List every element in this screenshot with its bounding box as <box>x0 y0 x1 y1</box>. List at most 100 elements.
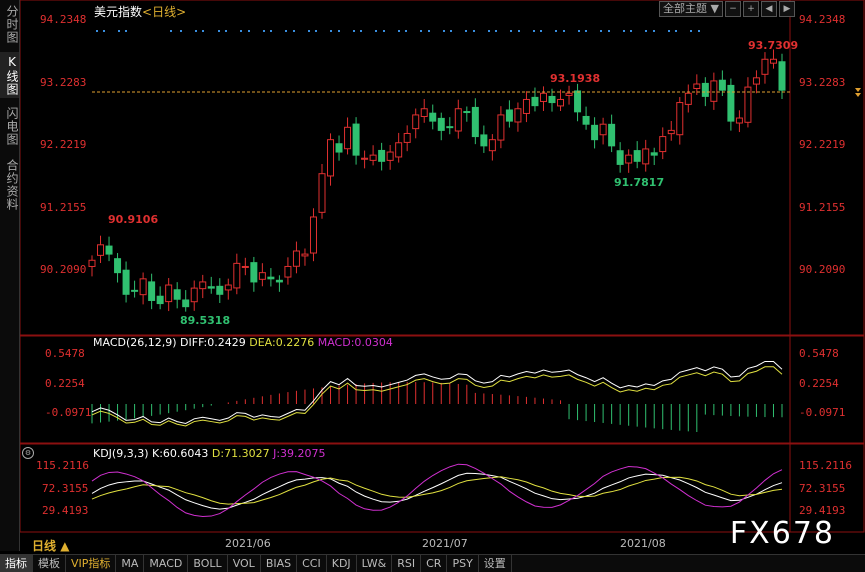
kdj-axis-left: 115.2116 <box>36 459 89 472</box>
event-dot <box>218 30 220 32</box>
high-annotation: 93.7309 <box>748 39 799 52</box>
candle-body <box>548 95 556 104</box>
tab-psy[interactable]: PSY <box>447 555 479 572</box>
candle-body <box>522 98 530 114</box>
candle-body <box>233 262 241 289</box>
candle-body <box>514 108 522 123</box>
candle-body <box>173 289 181 300</box>
minus-icon[interactable]: − <box>725 1 741 17</box>
period-selector[interactable]: 日线 ▲ <box>32 537 69 554</box>
tab-flash[interactable]: 闪电图 <box>0 102 19 150</box>
theme-dropdown[interactable]: 全部主题 ▼ <box>659 1 723 17</box>
event-dot <box>405 30 407 32</box>
event-dot <box>465 30 467 32</box>
event-dot <box>608 30 610 32</box>
left-icon[interactable]: ◀ <box>761 1 777 17</box>
candle-body <box>650 152 658 156</box>
tab-indicator[interactable]: 指标 <box>0 555 33 572</box>
candle-body <box>778 61 786 91</box>
event-dot <box>103 30 105 32</box>
price-axis-right: 94.2348 <box>799 13 846 26</box>
candle-body <box>97 244 105 256</box>
event-dot <box>330 30 332 32</box>
event-dot <box>96 30 98 32</box>
tab-cr[interactable]: CR <box>421 555 448 572</box>
chart-title: 美元指数<日线> <box>94 3 186 20</box>
candle-body <box>267 276 275 280</box>
tab-vol[interactable]: VOL <box>228 555 261 572</box>
event-dot <box>450 30 452 32</box>
candle-body <box>429 112 437 122</box>
chart-controls: 全部主题 ▼ − + ◀ ▶ <box>659 1 795 17</box>
candle-body <box>667 129 675 135</box>
tab-macd[interactable]: MACD <box>144 555 189 572</box>
kdj-axis-left: 29.4193 <box>42 504 89 517</box>
event-dot <box>420 30 422 32</box>
d-line <box>91 476 783 505</box>
candle-body <box>591 124 599 141</box>
kdj-axis-left: 72.3155 <box>42 482 89 495</box>
candle-body <box>735 117 743 124</box>
candle-body <box>608 123 616 147</box>
candle-body <box>582 115 590 125</box>
tab-settings[interactable]: 设置 <box>479 555 512 572</box>
event-dot <box>195 30 197 32</box>
event-dot <box>443 30 445 32</box>
tab-rsi[interactable]: RSI <box>392 555 422 572</box>
candle-body <box>156 295 164 305</box>
candle-body <box>718 79 726 91</box>
event-dot <box>315 30 317 32</box>
price-axis-right: 90.2090 <box>799 263 846 276</box>
tab-cci[interactable]: CCI <box>297 555 327 572</box>
candle-body <box>216 285 224 295</box>
right-icon[interactable]: ▶ <box>779 1 795 17</box>
settings-icon[interactable]: ⚙ <box>22 447 34 459</box>
tab-template[interactable]: 模板 <box>33 555 66 572</box>
kline-chart[interactable] <box>20 0 865 551</box>
candle-body <box>420 108 428 118</box>
event-dot <box>578 30 580 32</box>
candle-body <box>114 258 122 274</box>
event-dot <box>308 30 310 32</box>
tab-contract-info[interactable]: 合约资料 <box>0 155 19 215</box>
price-axis-left: 91.2155 <box>40 201 87 214</box>
tab-ma[interactable]: MA <box>116 555 145 572</box>
candle-body <box>693 83 701 89</box>
event-dot <box>240 30 242 32</box>
event-dot <box>125 30 127 32</box>
candle-body <box>531 96 539 107</box>
event-dots <box>96 30 700 32</box>
candle-body <box>131 289 139 292</box>
candle-body <box>574 90 582 113</box>
candle-body <box>616 150 624 165</box>
tab-lw[interactable]: LW& <box>357 555 393 572</box>
tab-boll[interactable]: BOLL <box>188 555 228 572</box>
macd-header: MACD(26,12,9) DIFF:0.2429 DEA:0.2276 MAC… <box>93 336 393 349</box>
tab-bias[interactable]: BIAS <box>261 555 298 572</box>
event-dot <box>495 30 497 32</box>
kdj-axis-right: 72.3155 <box>799 482 846 495</box>
event-dot <box>338 30 340 32</box>
price-axis-left: 92.2219 <box>40 138 87 151</box>
tab-kdj[interactable]: KDJ <box>327 555 357 572</box>
candle-body <box>327 139 335 177</box>
candle-body <box>352 123 360 156</box>
tab-intraday[interactable]: 分时图 <box>0 2 19 47</box>
candle-body <box>301 253 309 257</box>
candles-group <box>88 49 786 312</box>
event-dot <box>180 30 182 32</box>
tab-kline[interactable]: K线图 <box>0 52 19 98</box>
candle-body <box>369 154 377 161</box>
event-dot <box>668 30 670 32</box>
candle-body <box>463 111 471 114</box>
event-dot <box>563 30 565 32</box>
candle-body <box>505 109 513 122</box>
candle-body <box>182 299 190 308</box>
plus-icon[interactable]: + <box>743 1 759 17</box>
macd-axis-right: 0.5478 <box>799 347 839 360</box>
j-line <box>91 463 783 517</box>
event-dot <box>518 30 520 32</box>
candle-body <box>241 265 249 268</box>
candle-body <box>642 148 650 165</box>
tab-vip-indicator[interactable]: VIP指标 <box>66 555 117 572</box>
